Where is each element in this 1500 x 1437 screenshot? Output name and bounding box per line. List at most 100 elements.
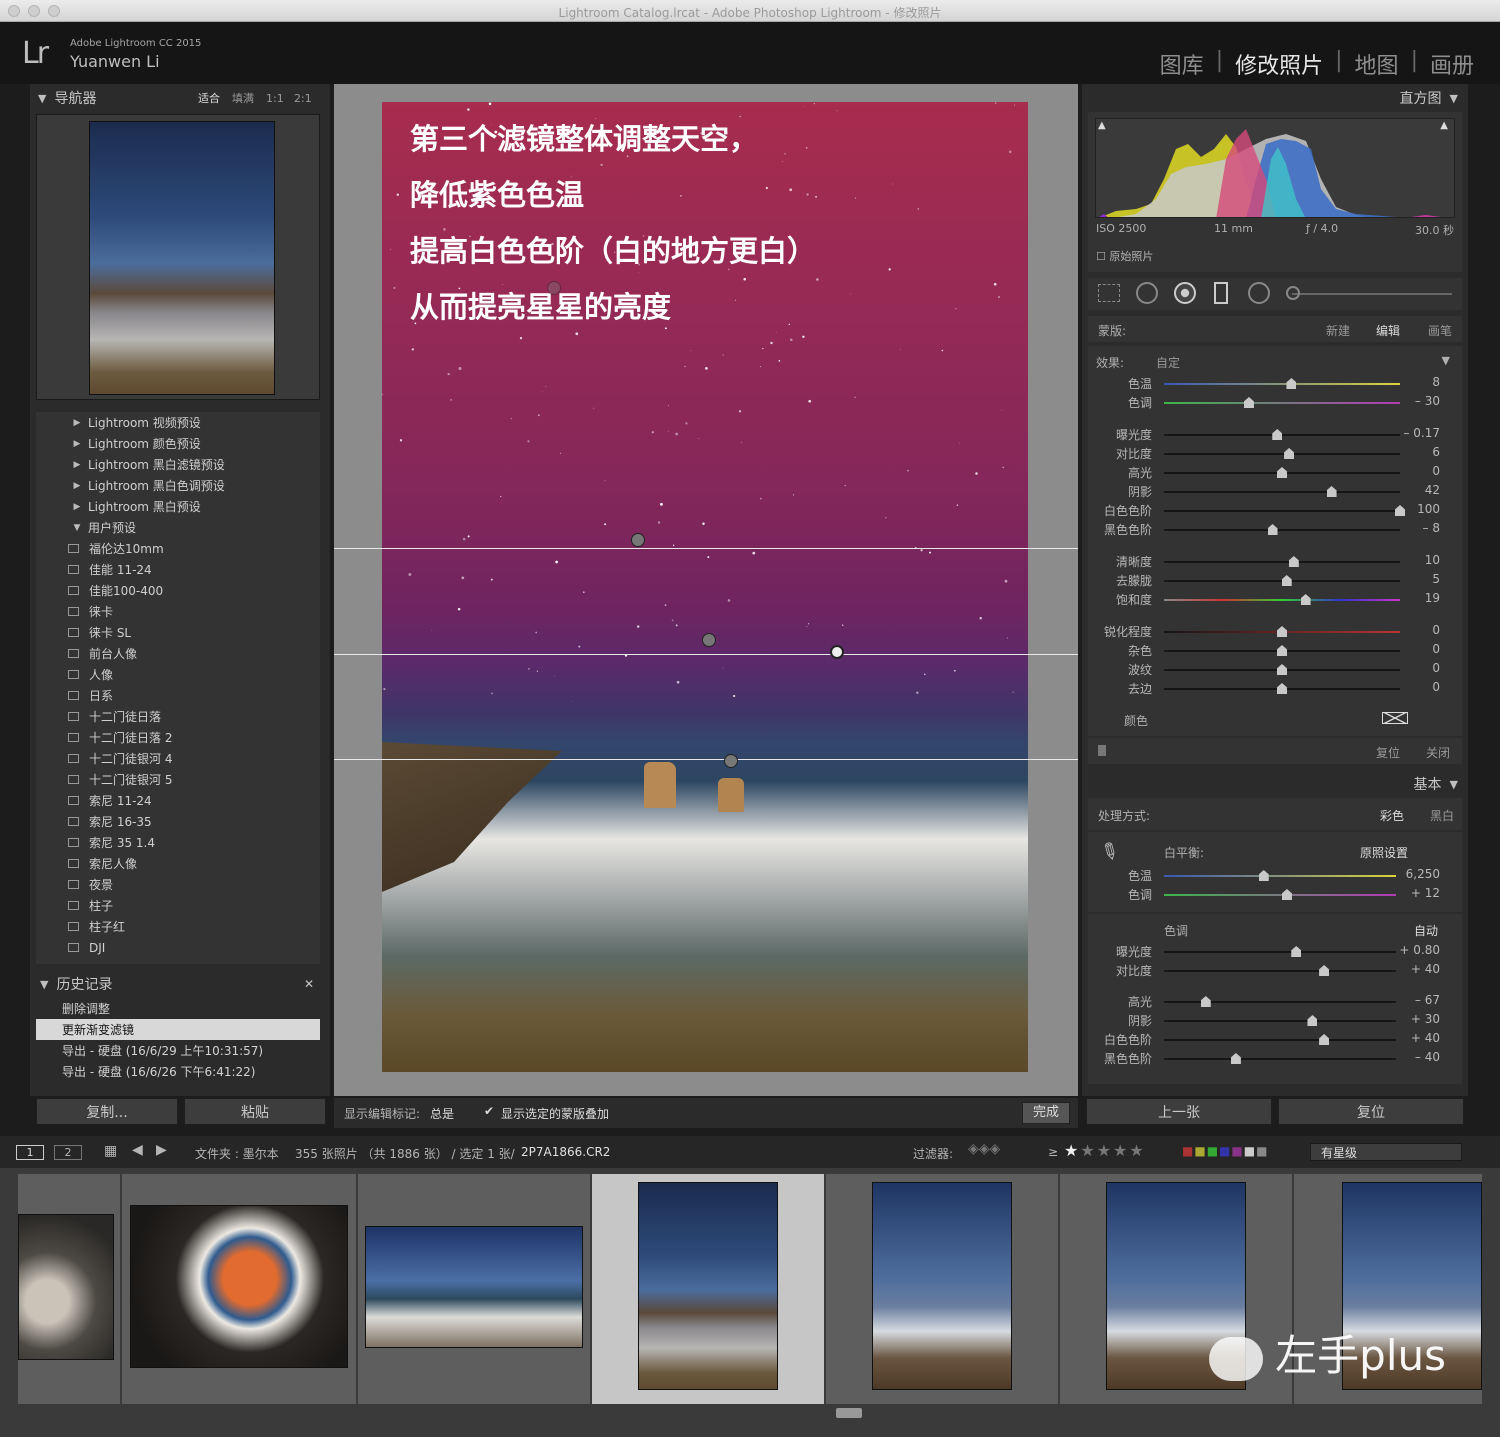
- brush-slider-handle[interactable]: [1286, 286, 1300, 300]
- slider-对比度[interactable]: 对比度 + 40: [1088, 962, 1462, 981]
- navigator-thumbnail[interactable]: [89, 121, 275, 395]
- done-button[interactable]: 完成: [1022, 1102, 1070, 1124]
- preset-group[interactable]: ▶ Lightroom 视频预设: [36, 412, 320, 433]
- mask-brush-button[interactable]: 画笔: [1428, 322, 1452, 339]
- slider-饱和度[interactable]: 饱和度 19: [1088, 591, 1462, 610]
- slider-thumb[interactable]: [1281, 889, 1292, 900]
- previous-button[interactable]: 上一张: [1086, 1098, 1272, 1125]
- slider-色调[interactable]: 色调 – 30: [1088, 394, 1462, 413]
- slider-thumb[interactable]: [1277, 645, 1287, 656]
- slider-track[interactable]: [1164, 951, 1396, 953]
- history-item[interactable]: 更新渐变滤镜: [36, 1019, 320, 1040]
- color-label-filter-icon[interactable]: ■■■■■■■: [1182, 1144, 1268, 1158]
- effect-collapse-icon[interactable]: ▼: [1442, 354, 1450, 367]
- slider-thumb[interactable]: [1243, 397, 1254, 408]
- slider-黑色色阶[interactable]: 黑色色阶 – 40: [1088, 1050, 1462, 1069]
- spot-removal-icon[interactable]: [1136, 282, 1158, 304]
- tone-auto-button[interactable]: 自动: [1414, 922, 1438, 939]
- preset-group[interactable]: ▶ Lightroom 颜色预设: [36, 433, 320, 454]
- window-1-button[interactable]: 1: [16, 1145, 44, 1160]
- slider-value[interactable]: + 40: [1390, 962, 1440, 976]
- slider-value[interactable]: 0: [1390, 464, 1440, 478]
- preset-item[interactable]: 福伦达10mm: [36, 538, 320, 559]
- preset-item[interactable]: 柱子红: [36, 916, 320, 937]
- slider-thumb[interactable]: [1277, 467, 1287, 478]
- slider-value[interactable]: 0: [1390, 642, 1440, 656]
- treatment-bw-button[interactable]: 黑白: [1430, 807, 1454, 824]
- window-2-button[interactable]: 2: [54, 1145, 82, 1160]
- zoom-fit[interactable]: 适合: [198, 90, 220, 106]
- gradient-filter-line[interactable]: [334, 548, 1078, 549]
- slider-曝光度[interactable]: 曝光度 + 0.80: [1088, 943, 1462, 962]
- preset-item[interactable]: 前台人像: [36, 643, 320, 664]
- switch-icon[interactable]: [1098, 745, 1106, 756]
- slider-黑色色阶[interactable]: 黑色色阶 – 8: [1088, 521, 1462, 540]
- slider-thumb[interactable]: [1288, 556, 1299, 567]
- slider-thumb[interactable]: [1286, 378, 1297, 389]
- film-thumbnail[interactable]: [872, 1182, 1012, 1390]
- filter-pin[interactable]: [547, 281, 561, 295]
- film-thumbnail[interactable]: [18, 1214, 114, 1360]
- slider-track[interactable]: [1164, 383, 1400, 385]
- preset-item[interactable]: 日系: [36, 685, 320, 706]
- preset-group[interactable]: ▶ Lightroom 黑白预设: [36, 496, 320, 517]
- reset-button[interactable]: 复位: [1278, 1098, 1464, 1125]
- slider-value[interactable]: 0: [1390, 661, 1440, 675]
- slider-thumb[interactable]: [1277, 664, 1287, 675]
- source-folder[interactable]: 文件夹 : 墨尔本: [195, 1145, 279, 1162]
- slider-杂色[interactable]: 杂色 0: [1088, 642, 1462, 661]
- color-swatch-none-icon[interactable]: [1382, 712, 1408, 724]
- history-item[interactable]: 导出 - 硬盘 (16/6/29 上午10:31:57): [36, 1040, 320, 1061]
- histogram-graph[interactable]: [1095, 118, 1455, 218]
- flag-filter-icon[interactable]: ◈◈◈: [968, 1141, 1000, 1157]
- rating-filter-select[interactable]: 有星级: [1310, 1143, 1462, 1161]
- slider-value[interactable]: 10: [1390, 553, 1440, 567]
- slider-thumb[interactable]: [1326, 486, 1337, 497]
- slider-track[interactable]: [1164, 491, 1400, 493]
- mask-reset-button[interactable]: 复位: [1376, 744, 1400, 761]
- preset-item[interactable]: 徕卡 SL: [36, 622, 320, 643]
- slider-thumb[interactable]: [1319, 1034, 1330, 1045]
- preset-item[interactable]: 索尼 11-24: [36, 790, 320, 811]
- brush-slider[interactable]: [1292, 293, 1452, 295]
- slider-track[interactable]: [1164, 970, 1396, 972]
- shadow-clipping-icon[interactable]: ▲: [1098, 120, 1106, 131]
- slider-thumb[interactable]: [1291, 946, 1302, 957]
- slider-高光[interactable]: 高光 0: [1088, 464, 1462, 483]
- module-library[interactable]: 图库: [1160, 48, 1204, 80]
- grid-icon[interactable]: ▦: [104, 1143, 117, 1159]
- slider-track[interactable]: [1164, 1001, 1396, 1003]
- filter-pin[interactable]: [702, 633, 716, 647]
- slider-波纹[interactable]: 波纹 0: [1088, 661, 1462, 680]
- preset-item[interactable]: 索尼 16-35: [36, 811, 320, 832]
- slider-去朦胧[interactable]: 去朦胧 5: [1088, 572, 1462, 591]
- slider-track[interactable]: [1164, 510, 1400, 512]
- slider-value[interactable]: 19: [1390, 591, 1440, 605]
- film-cell[interactable]: [826, 1174, 1058, 1404]
- slider-阴影[interactable]: 阴影 + 30: [1088, 1012, 1462, 1031]
- slider-value[interactable]: 8: [1390, 375, 1440, 389]
- slider-thumb[interactable]: [1267, 524, 1278, 535]
- close-icon[interactable]: ✕: [304, 977, 314, 991]
- zoom-1-1[interactable]: 1:1: [266, 92, 284, 105]
- basic-header[interactable]: 基本 ▼: [1082, 772, 1468, 796]
- film-thumbnail[interactable]: [130, 1205, 348, 1368]
- show-edit-pins-select[interactable]: 总是: [430, 1105, 454, 1122]
- preset-item[interactable]: 佳能 11-24: [36, 559, 320, 580]
- slider-track[interactable]: [1164, 894, 1396, 896]
- slider-track[interactable]: [1164, 1020, 1396, 1022]
- zoom-fill[interactable]: 填满: [232, 90, 254, 106]
- slider-thumb[interactable]: [1258, 870, 1269, 881]
- preset-group[interactable]: ▶ Lightroom 黑白滤镜预设: [36, 454, 320, 475]
- star-rating-icon[interactable]: ★★★★★: [1064, 1141, 1146, 1160]
- slider-track[interactable]: [1164, 1039, 1396, 1041]
- filmstrip-scroll-handle[interactable]: [836, 1408, 862, 1418]
- eyedropper-icon[interactable]: ✎: [1095, 837, 1123, 868]
- slider-value[interactable]: + 0.80: [1390, 943, 1440, 957]
- film-thumbnail[interactable]: [365, 1226, 583, 1348]
- slider-白色色阶[interactable]: 白色色阶 + 40: [1088, 1031, 1462, 1050]
- navigator-header[interactable]: ▼ 导航器 适合 填满 1:1 2:1: [30, 86, 330, 110]
- highlight-clipping-icon[interactable]: ▲: [1440, 120, 1448, 131]
- preset-item[interactable]: 柱子: [36, 895, 320, 916]
- forward-arrow-icon[interactable]: ▶: [156, 1142, 167, 1158]
